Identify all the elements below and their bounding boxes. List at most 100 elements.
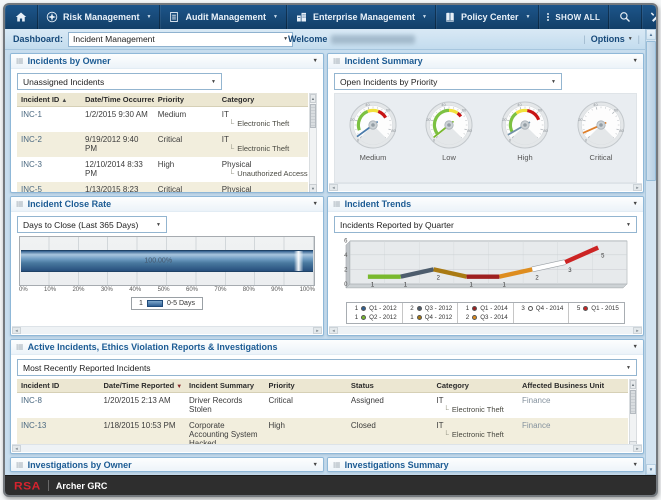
table-row[interactable]: INC-11/2/2015 9:30 AMMediumIT└ Electroni… xyxy=(17,107,308,133)
table-row[interactable]: INC-51/13/2015 8:23 PMCriticalPhysical└ … xyxy=(17,182,308,193)
scroll-down-icon[interactable]: ▼ xyxy=(309,184,317,193)
drag-handle-icon[interactable]: ▦ xyxy=(16,343,24,351)
scroll-thumb[interactable] xyxy=(630,390,636,414)
table-cell[interactable]: INC-8 xyxy=(17,393,99,419)
table-cell[interactable]: INC-5 xyxy=(17,182,81,193)
table-row[interactable]: INC-8 1/20/2015 2:13 AM Driver Records Sto… xyxy=(17,393,628,419)
panel-menu-caret-icon[interactable]: ▼ xyxy=(633,462,638,468)
drag-handle-icon[interactable]: ▦ xyxy=(16,200,24,208)
incident-summary-filter-select[interactable]: Open Incidents by Priority ▼ xyxy=(334,73,562,90)
incidents-by-owner-filter-select[interactable]: Unassigned Incidents ▼ xyxy=(17,73,222,90)
table-scrollbar[interactable]: ▲ ▼ xyxy=(309,93,317,193)
legend-label: Q4 - 2012 xyxy=(425,313,453,322)
page-scrollbar[interactable]: ▲ ▼ xyxy=(645,29,656,475)
horizontal-scrollbar[interactable]: ◄ ► xyxy=(12,444,642,452)
table-row[interactable]: INC-29/19/2012 9:40 PMCriticalIT└ Electr… xyxy=(17,132,308,157)
scroll-thumb[interactable] xyxy=(310,104,316,128)
column-header[interactable]: Date/Time Occurred xyxy=(81,93,154,107)
incidents-by-owner-table: Incident ID▲Date/Time OccurredPriorityCa… xyxy=(17,93,317,193)
scroll-right-icon[interactable]: ► xyxy=(633,445,642,452)
table-cell[interactable]: INC-1 xyxy=(17,107,81,133)
scroll-thumb[interactable] xyxy=(646,41,656,181)
active-incidents-filter-select[interactable]: Most Recently Reported Incidents ▼ xyxy=(17,359,637,376)
horizontal-scrollbar[interactable]: ◄ ► xyxy=(329,326,642,334)
scroll-right-icon[interactable]: ► xyxy=(633,184,642,191)
scroll-right-icon[interactable]: ► xyxy=(313,327,322,334)
table-cell: High xyxy=(154,157,218,182)
legend-dot-icon xyxy=(361,306,366,311)
drag-handle-icon[interactable]: ▦ xyxy=(333,461,341,469)
table-cell[interactable]: INC-2 xyxy=(17,132,81,157)
panel-menu-caret-icon[interactable]: ▼ xyxy=(633,201,638,207)
scroll-up-icon[interactable]: ▲ xyxy=(310,94,316,103)
panel-header: ▦ Active Incidents, Ethics Violation Rep… xyxy=(11,340,643,355)
table-cell: IT└ Electronic Theft xyxy=(218,132,308,157)
document-icon xyxy=(168,11,180,23)
column-header[interactable]: Priority xyxy=(264,379,346,393)
table-cell: Finance xyxy=(518,393,628,419)
table-cell: Medium xyxy=(154,107,218,133)
column-header[interactable]: Incident ID▲ xyxy=(17,93,81,107)
chevron-down-icon: ▼ xyxy=(273,14,278,20)
line-chart-svg: 024611211235 xyxy=(336,236,635,294)
nav-item-risk-management[interactable]: Risk Management ▼ xyxy=(38,5,160,29)
column-header[interactable]: Incident ID xyxy=(17,379,99,393)
close-rate-filter-select[interactable]: Days to Close (Last 365 Days) ▼ xyxy=(17,216,167,233)
panel-menu-caret-icon[interactable]: ▼ xyxy=(633,344,638,350)
cell-text: 1/20/2015 2:13 AM xyxy=(103,396,181,405)
table-cell[interactable]: INC-3 xyxy=(17,157,81,182)
column-header[interactable]: Date/Time Reported▼ xyxy=(99,379,185,393)
show-all-button[interactable]: SHOW ALL xyxy=(539,5,609,29)
drag-handle-icon[interactable]: ▦ xyxy=(16,57,24,65)
cell-text: IT xyxy=(222,135,304,144)
column-header[interactable]: Priority xyxy=(154,93,218,107)
panel-menu-caret-icon[interactable]: ▼ xyxy=(633,58,638,64)
cell-text: Medium xyxy=(158,110,214,119)
nav-item-audit-management[interactable]: Audit Management ▼ xyxy=(160,5,286,29)
home-icon xyxy=(15,11,27,23)
dashboard-select[interactable]: Incident Management ▼ xyxy=(68,32,293,47)
app-window: Risk Management ▼ Audit Management ▼ Ent… xyxy=(3,3,658,497)
legend-count: 1 xyxy=(352,313,358,322)
nav-item-label: Risk Management xyxy=(63,12,140,22)
drag-handle-icon[interactable]: ▦ xyxy=(333,57,341,65)
gauge: 020406080High xyxy=(487,99,563,162)
column-header[interactable]: Category xyxy=(432,379,518,393)
options-button[interactable]: Options ▼ xyxy=(591,34,633,44)
panel-menu-caret-icon[interactable]: ▼ xyxy=(313,201,318,207)
panel-header: ▦ Incidents by Owner ▼ xyxy=(11,54,323,69)
gauge-dial: 020406080 xyxy=(335,99,411,151)
scroll-right-icon[interactable]: ► xyxy=(633,327,642,334)
chevron-down-icon: ▼ xyxy=(626,222,631,228)
table-scrollbar[interactable]: ▲ ▼ xyxy=(629,379,637,451)
drag-handle-icon[interactable]: ▦ xyxy=(16,461,24,469)
nav-item-enterprise-management[interactable]: Enterprise Management ▼ xyxy=(287,5,436,29)
scroll-left-icon[interactable]: ◄ xyxy=(12,327,21,334)
drag-handle-icon[interactable]: ▦ xyxy=(333,200,341,208)
scroll-left-icon[interactable]: ◄ xyxy=(12,445,21,452)
cell-text: Driver Records Stolen xyxy=(189,396,260,414)
legend-dot-icon xyxy=(472,306,477,311)
table-cell: IT└ Electronic Theft xyxy=(432,393,518,419)
panel-header: ▦ Incident Close Rate ▼ xyxy=(11,197,323,212)
column-header[interactable]: Category xyxy=(218,93,308,107)
scroll-left-icon[interactable]: ◄ xyxy=(329,327,338,334)
panel-menu-caret-icon[interactable]: ▼ xyxy=(313,462,318,468)
trends-filter-select[interactable]: Incidents Reported by Quarter ▼ xyxy=(334,216,637,233)
column-header[interactable]: Affected Business Unit xyxy=(518,379,628,393)
horizontal-scrollbar[interactable]: ◄ ► xyxy=(12,326,322,334)
search-button[interactable] xyxy=(609,5,642,29)
nav-item-policy-center[interactable]: Policy Center ▼ xyxy=(436,5,539,29)
scroll-up-icon[interactable]: ▲ xyxy=(630,380,636,389)
svg-text:80: 80 xyxy=(467,128,472,133)
scroll-up-icon[interactable]: ▲ xyxy=(646,29,656,40)
horizontal-scrollbar[interactable]: ◄ ► xyxy=(329,183,642,191)
column-header[interactable]: Incident Summary xyxy=(185,379,264,393)
tools-menu-button[interactable]: ▼ xyxy=(642,5,658,29)
scroll-left-icon[interactable]: ◄ xyxy=(329,184,338,191)
scroll-down-icon[interactable]: ▼ xyxy=(646,464,656,475)
column-header[interactable]: Status xyxy=(347,379,433,393)
table-row[interactable]: INC-312/10/2014 8:33 PMHighPhysical└ Una… xyxy=(17,157,308,182)
panel-menu-caret-icon[interactable]: ▼ xyxy=(313,58,318,64)
home-button[interactable] xyxy=(5,5,38,29)
